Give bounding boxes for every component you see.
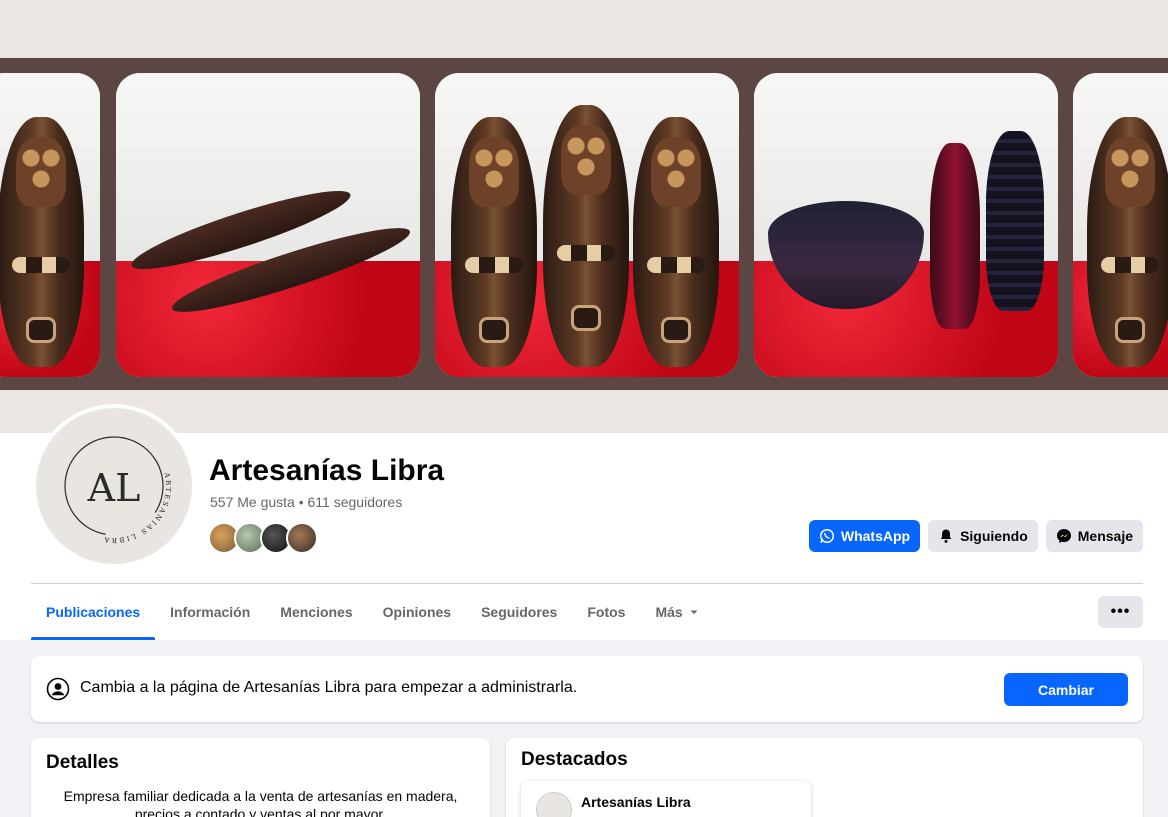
tab-label: Publicaciones — [46, 604, 141, 620]
tab-label: Seguidores — [481, 604, 558, 620]
page-tabs: Publicaciones Información Menciones Opin… — [31, 584, 714, 640]
cover-photo[interactable] — [0, 0, 1168, 433]
whatsapp-button[interactable]: WhatsApp — [808, 520, 921, 552]
profile-switch-icon — [46, 677, 70, 701]
message-button-label: Mensaje — [1077, 528, 1133, 544]
tab-informacion[interactable]: Información — [155, 584, 265, 640]
admin-switch-banner: Cambia a la página de Artesanías Libra p… — [31, 656, 1143, 722]
message-button[interactable]: Mensaje — [1045, 520, 1143, 552]
switch-button[interactable]: Cambiar — [1004, 673, 1128, 706]
tab-label: Más — [655, 604, 683, 620]
details-text: Empresa familiar dedicada a la venta de … — [63, 788, 458, 817]
follower-avatars[interactable] — [208, 522, 318, 554]
avatar — [536, 792, 572, 817]
details-card: Detalles Empresa familiar dedicada a la … — [31, 738, 490, 817]
tab-opiniones[interactable]: Opiniones — [368, 584, 466, 640]
more-options-button[interactable]: ••• — [1098, 596, 1143, 628]
logo-icon: ARTESANIAS LIBRA AL — [64, 436, 170, 544]
cover-tile-boats — [116, 73, 420, 377]
tab-fotos[interactable]: Fotos — [572, 584, 640, 640]
tab-label: Fotos — [587, 604, 626, 620]
tab-seguidores[interactable]: Seguidores — [466, 584, 572, 640]
whatsapp-button-label: WhatsApp — [840, 528, 911, 544]
svg-text:AL: AL — [87, 466, 141, 510]
featured-item[interactable]: Artesanías Libra — [521, 781, 811, 817]
cover-collage — [0, 58, 1168, 390]
tab-publicaciones[interactable]: Publicaciones — [31, 584, 156, 640]
featured-card: Destacados Artesanías Libra — [506, 738, 1143, 817]
banner-text: Cambia a la página de Artesanías Libra p… — [80, 679, 578, 696]
following-button[interactable]: Siguiendo — [928, 520, 1038, 552]
tab-menciones[interactable]: Menciones — [265, 584, 367, 640]
whatsapp-icon — [819, 528, 834, 544]
tab-mas[interactable]: Más — [640, 584, 713, 640]
tab-label: Menciones — [280, 604, 353, 620]
page-stats[interactable]: 557 Me gusta • 611 seguidores — [210, 494, 402, 510]
cover-tile-mask-partial — [0, 73, 100, 377]
caret-down-icon — [690, 610, 698, 614]
tab-label: Información — [170, 604, 251, 620]
cover-tile-masks — [435, 73, 739, 377]
featured-title: Destacados — [521, 749, 628, 770]
cover-tile-bowl-vases — [754, 73, 1058, 377]
following-button-label: Siguiendo — [960, 528, 1028, 544]
featured-item-name: Artesanías Libra — [581, 794, 691, 810]
messenger-icon — [1056, 529, 1071, 543]
cover-tile-mask-partial-right — [1073, 73, 1168, 377]
page-avatar[interactable]: ARTESANIAS LIBRA AL — [36, 408, 192, 564]
bell-icon — [940, 529, 952, 543]
avatar[interactable] — [286, 522, 318, 554]
page-actions: WhatsApp Siguiendo Mensaje — [808, 520, 1143, 552]
tab-label: Opiniones — [382, 604, 452, 620]
page-title: Artesanías Libra — [209, 454, 445, 487]
details-title: Detalles — [46, 752, 119, 773]
